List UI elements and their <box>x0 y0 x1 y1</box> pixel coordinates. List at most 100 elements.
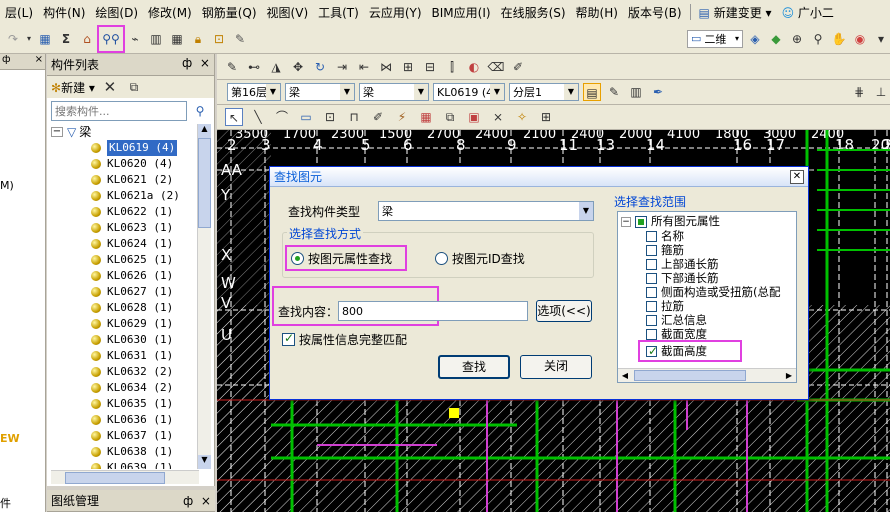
list-item[interactable]: KL0637 (1) <box>51 428 199 444</box>
rebar-icon[interactable]: ⊞ <box>537 108 555 126</box>
list-item[interactable]: KL0628 (1) <box>51 300 199 316</box>
search-icon[interactable]: ⚲ <box>191 102 209 120</box>
hscroll-thumb[interactable] <box>634 370 746 381</box>
scroll-up-icon[interactable]: ▲ <box>198 124 211 138</box>
collapse-icon[interactable]: − <box>621 216 631 227</box>
snap-icon[interactable]: ⊡ <box>321 108 339 126</box>
list-item[interactable]: KL0619 (4) <box>51 140 199 156</box>
list-item[interactable]: KL0630 (1) <box>51 332 199 348</box>
dropdown-icon[interactable]: ▾ <box>25 30 33 48</box>
floor-select[interactable]: 第16层 ▼ <box>227 83 281 101</box>
report-icon[interactable]: ⌂ <box>78 30 96 48</box>
list-icon[interactable]: ▥ <box>627 83 645 101</box>
scope-hscrollbar[interactable]: ◀ ▶ <box>618 368 796 382</box>
render-icon[interactable]: ◆ <box>767 30 785 48</box>
delete-icon[interactable]: ✕ <box>101 78 119 96</box>
list-item[interactable]: KL0621 (2) <box>51 172 199 188</box>
color-icon[interactable]: ◉ <box>851 30 869 48</box>
checkbox-unchecked[interactable] <box>646 230 657 242</box>
scope-item[interactable]: 拉筋 <box>646 299 796 313</box>
type-select[interactable]: 梁 ▼ <box>378 201 594 221</box>
checkbox-unchecked[interactable] <box>646 244 657 256</box>
scope-item[interactable]: 截面宽度 <box>646 327 796 341</box>
list-item[interactable]: KL0627 (1) <box>51 284 199 300</box>
new-button[interactable]: ✻新建 ▾ <box>51 79 95 96</box>
arc-icon[interactable]: ⌒ <box>273 108 291 126</box>
list-item[interactable]: KL0626 (1) <box>51 268 199 284</box>
partial-checkbox-icon[interactable] <box>635 215 647 228</box>
scope-item[interactable]: 汇总信息 <box>646 313 796 327</box>
list-item[interactable]: KL0638 (1) <box>51 444 199 460</box>
mode-attr-radio[interactable]: 按图元属性查找 <box>285 245 407 271</box>
extend-icon[interactable]: ⇥ <box>333 58 351 76</box>
menu-rebar[interactable]: 钢筋量(Q) <box>197 4 262 21</box>
find-button[interactable]: 查找 <box>438 355 510 379</box>
menu-draw[interactable]: 绘图(D) <box>90 4 143 21</box>
scope-item[interactable]: 侧面构造或受扭筋(总配 <box>646 285 796 299</box>
list-item[interactable]: KL0636 (1) <box>51 412 199 428</box>
sublayer-select[interactable]: 分层1 ▼ <box>509 83 579 101</box>
checkbox-unchecked[interactable] <box>646 272 657 284</box>
beam-span-icon[interactable]: ⊓ <box>345 108 363 126</box>
sum-icon[interactable]: Σ <box>57 30 75 48</box>
mode-id-radio[interactable]: 按图元ID查找 <box>435 250 525 267</box>
menu-assistant[interactable]: ☺ 广小二 <box>777 4 839 21</box>
hscroll-left-icon[interactable]: ◀ <box>618 369 632 382</box>
select-icon[interactable]: ↖ <box>225 108 243 126</box>
link-icon[interactable]: ⌁ <box>126 30 144 48</box>
checkbox-checked[interactable] <box>646 344 658 359</box>
menu-cloud[interactable]: 云应用(Y) <box>364 4 427 21</box>
full-match-checkbox[interactable]: 按属性信息完整匹配 <box>282 331 407 348</box>
broom-icon[interactable]: ⚡ <box>393 108 411 126</box>
close-button[interactable]: 关闭 <box>520 355 592 379</box>
find-icon[interactable]: ⚲⚲ <box>97 24 125 53</box>
list-item[interactable]: KL0631 (1) <box>51 348 199 364</box>
copy-icon[interactable]: ⧉ <box>125 78 143 96</box>
list-item[interactable]: KL0621a (2) <box>51 188 199 204</box>
break-icon[interactable]: ⋈ <box>377 58 395 76</box>
close-icon[interactable]: × <box>35 54 43 69</box>
menu-view[interactable]: 视图(V) <box>262 4 314 21</box>
tree-root[interactable]: − ▽ 梁 <box>51 124 199 140</box>
copy-span-icon[interactable]: ⧉ <box>441 108 459 126</box>
scroll-thumb[interactable] <box>198 138 211 228</box>
component-search-input[interactable] <box>51 101 187 121</box>
edit-beam-icon[interactable]: ✐ <box>369 108 387 126</box>
list-item[interactable]: KL0624 (1) <box>51 236 199 252</box>
zoom-window-icon[interactable]: ⊕ <box>788 30 806 48</box>
lock-icon[interactable]: 🔒︎ <box>189 30 207 48</box>
redo-icon[interactable]: ↷ <box>4 30 22 48</box>
table-icon[interactable]: ▥ <box>147 30 165 48</box>
scope-item[interactable]: 名称 <box>646 229 796 243</box>
mirror-icon[interactable]: ◮ <box>267 58 285 76</box>
apply-icon[interactable]: ▣ <box>465 108 483 126</box>
merge-icon[interactable]: ⊞ <box>399 58 417 76</box>
content-input[interactable] <box>338 301 529 321</box>
table-edit-icon[interactable]: ▦ <box>417 108 435 126</box>
menu-new-change[interactable]: ▤ 新建变更 ▾ <box>694 4 777 21</box>
menu-version[interactable]: 版本号(B) <box>623 4 687 21</box>
picker-icon[interactable]: ✒ <box>649 83 667 101</box>
check-icon[interactable]: ⨯ <box>489 108 507 126</box>
scope-item[interactable]: 截面高度 <box>638 340 742 362</box>
cube-icon[interactable]: ◈ <box>746 30 764 48</box>
menu-bim[interactable]: BIM应用(I) <box>427 4 496 21</box>
unlock-icon[interactable]: ⊡ <box>210 30 228 48</box>
checkbox-unchecked[interactable] <box>646 300 657 312</box>
scope-root[interactable]: − 所有图元属性 <box>621 214 796 229</box>
trim-icon[interactable]: ⇤ <box>355 58 373 76</box>
menu-layer[interactable]: 层(L) <box>0 4 38 21</box>
edit-icon[interactable]: ✐ <box>509 58 527 76</box>
options-button[interactable]: 选项(<<) <box>536 300 592 322</box>
scope-item[interactable]: 箍筋 <box>646 243 796 257</box>
menu-online[interactable]: 在线服务(S) <box>496 4 571 21</box>
list-item[interactable]: KL0620 (4) <box>51 156 199 172</box>
rotate-icon[interactable]: ↻ <box>311 58 329 76</box>
menu-tools[interactable]: 工具(T) <box>313 4 364 21</box>
fill-icon[interactable]: ◐ <box>465 58 483 76</box>
grid-icon[interactable]: ▦ <box>168 30 186 48</box>
property-icon[interactable]: ▦ <box>36 30 54 48</box>
layer-props-icon[interactable]: ▤ <box>583 83 601 101</box>
scroll-down-icon[interactable]: ▼ <box>198 455 211 469</box>
pin-icon[interactable]: ⊥ <box>872 83 890 101</box>
